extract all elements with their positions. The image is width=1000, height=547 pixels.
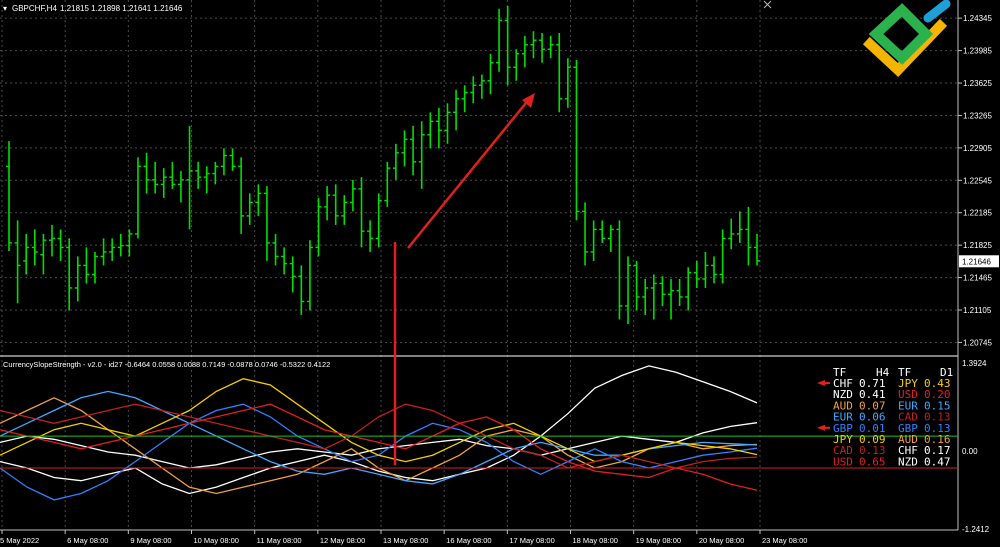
table-value: 0.47 (924, 455, 951, 468)
time-tick-label: 9 May 08:00 (130, 536, 171, 545)
current-price: 1.21646 (962, 257, 991, 266)
time-tick-label: 11 May 08:00 (257, 536, 302, 545)
table-currency: USD (833, 455, 853, 468)
time-tick-label: 17 May 08:00 (509, 536, 554, 545)
price-tick-label: 1.23265 (963, 111, 992, 120)
symbol-label[interactable]: GBPCHF,H4 (12, 4, 57, 13)
price-tick-label: 1.22545 (963, 176, 992, 185)
time-tick-label: 5 May 2022 (0, 536, 39, 545)
indicator-axis-top: 1.3924 (962, 359, 987, 368)
price-tick-label: 1.24345 (963, 14, 992, 23)
ohlc-readout: 1.21815 1.21898 1.21641 1.21646 (60, 4, 183, 13)
time-tick-label: 13 May 08:00 (383, 536, 428, 545)
time-tick-label: 19 May 08:00 (636, 536, 681, 545)
price-tick-label: 1.20745 (963, 338, 992, 347)
time-tick-label: 20 May 08:00 (699, 536, 744, 545)
indicator-axis-bottom: -1.2412 (962, 525, 990, 534)
time-tick-label: 6 May 08:00 (67, 536, 108, 545)
time-tick-label: 18 May 08:00 (573, 536, 618, 545)
symbol-dropdown-icon[interactable]: ▾ (3, 4, 7, 13)
trading-chart: ▾ GBPCHF,H4 1.21815 1.21898 1.21641 1.21… (0, 0, 1000, 547)
time-tick-label: 12 May 08:00 (320, 536, 365, 545)
table-value: 0.65 (859, 455, 886, 468)
indicator-axis-zero: 0.00 (962, 447, 978, 456)
strength-table: TF H4 TF D1CHF 0.71 JPY 0.43NZD 0.41 USD 0.20AUD 0… (817, 366, 953, 468)
current-price-tag: 1.21646 (959, 255, 999, 268)
time-tick-label: 16 May 08:00 (446, 536, 491, 545)
price-tick-label: 1.21465 (963, 274, 992, 283)
indicator-label: CurrencySlopeStrength - v2.0 - id27 -0.6… (3, 360, 330, 369)
table-currency: NZD (898, 455, 918, 468)
time-tick-label: 23 May 08:00 (762, 536, 807, 545)
price-tick-label: 1.23985 (963, 47, 992, 56)
price-tick-label: 1.21825 (963, 241, 992, 250)
price-tick-label: 1.21105 (963, 306, 992, 315)
time-tick-label: 10 May 08:00 (194, 536, 239, 545)
price-tick-label: 1.22185 (963, 209, 992, 218)
price-tick-label: 1.22905 (963, 144, 992, 153)
price-tick-label: 1.23625 (963, 79, 992, 88)
